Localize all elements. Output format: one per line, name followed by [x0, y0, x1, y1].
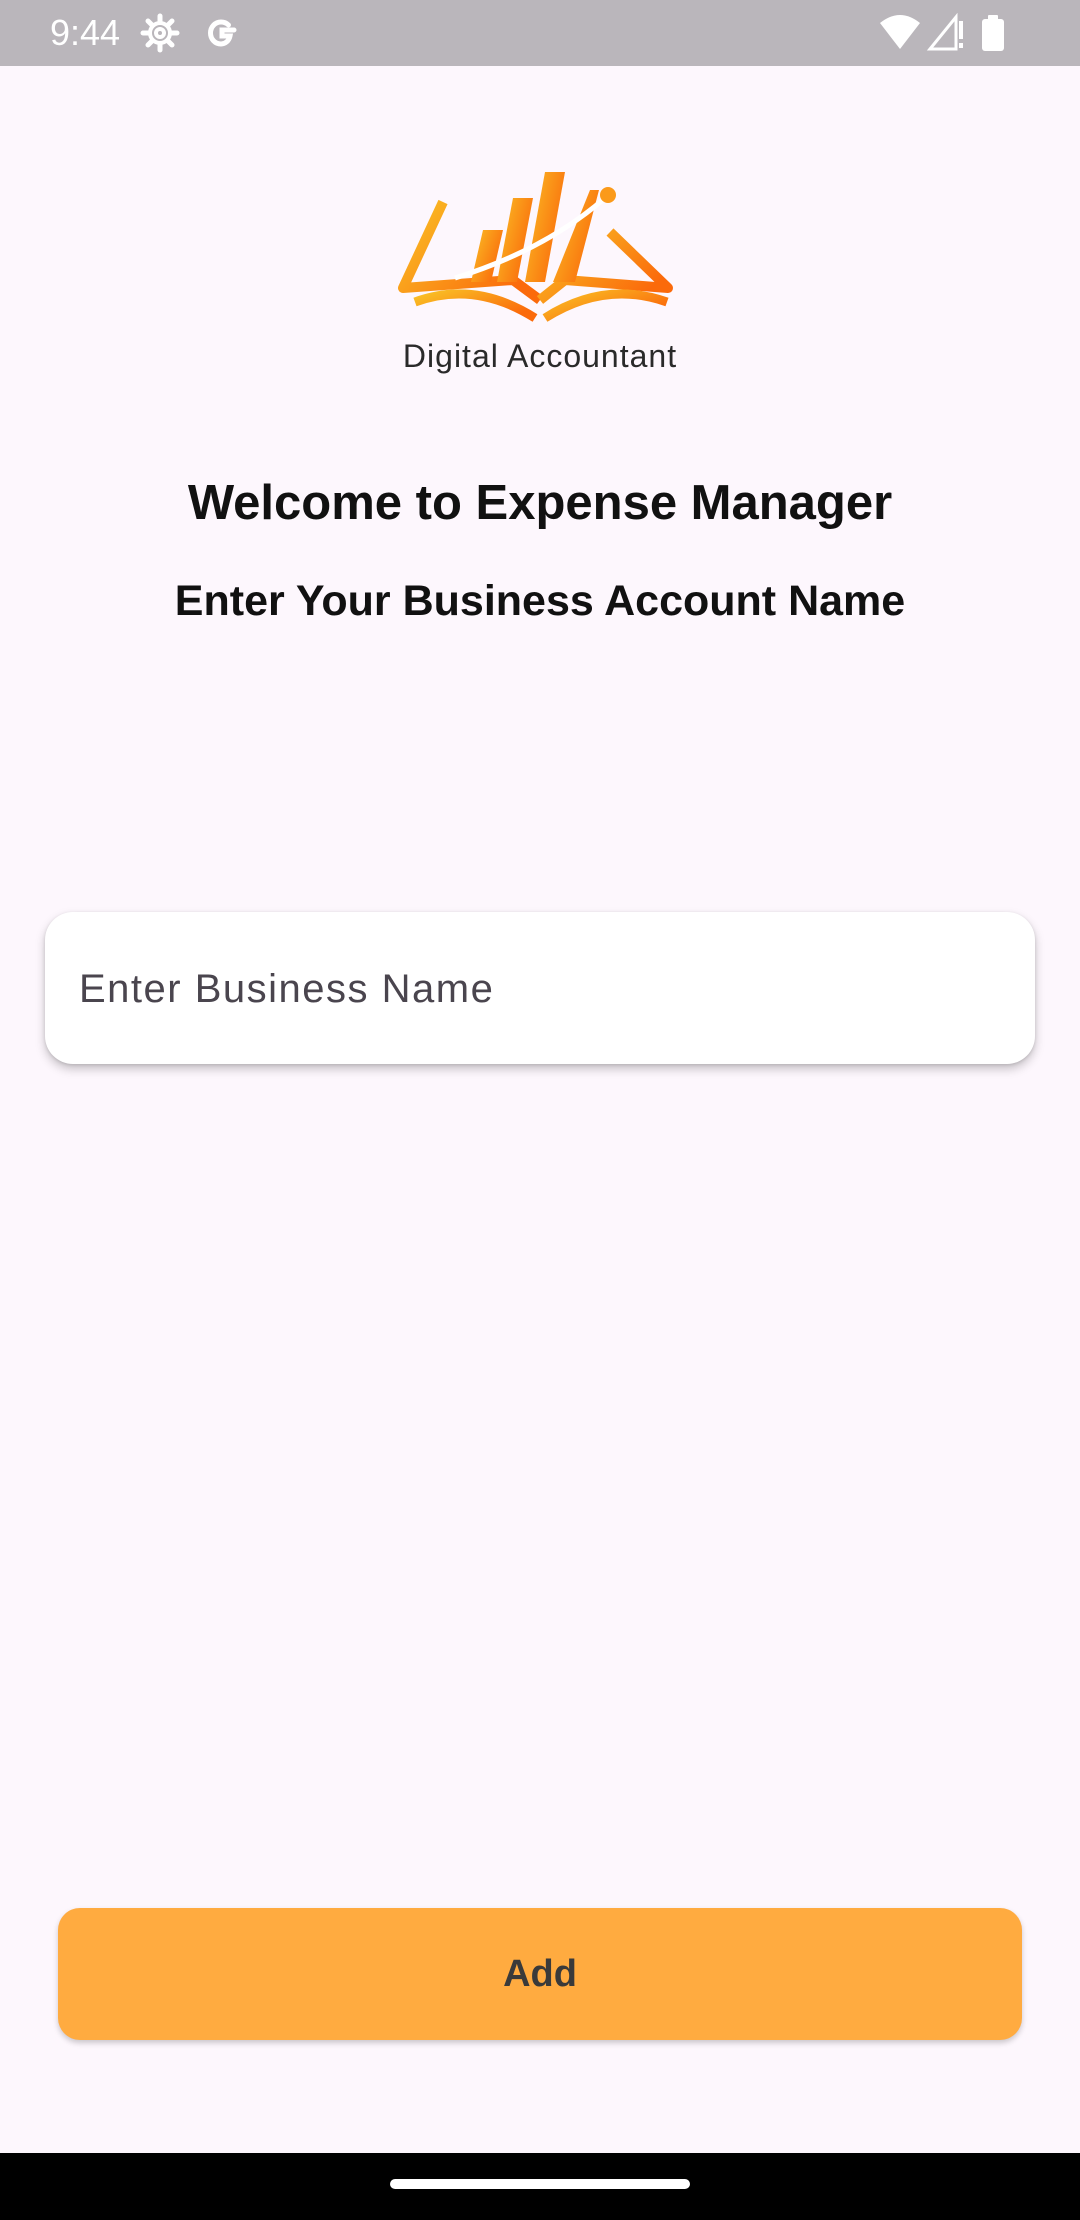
page-title: Welcome to Expense Manager [187, 476, 893, 530]
business-name-input[interactable] [77, 912, 1001, 1066]
status-time: 9:44 [50, 12, 121, 53]
battery-icon [980, 13, 1006, 53]
home-gesture-handle[interactable] [390, 2179, 690, 2189]
wifi-icon [878, 13, 922, 53]
cell-signal-icon [926, 12, 966, 53]
settings-icon [140, 13, 180, 53]
status-bar: 9:44 [0, 0, 1080, 66]
logo-text: Digital Accountant [402, 338, 678, 374]
business-name-card [45, 912, 1035, 1066]
add-button[interactable]: Add [58, 1908, 1022, 2040]
google-icon [202, 13, 242, 53]
page-subtitle: Enter Your Business Account Name [174, 577, 906, 625]
